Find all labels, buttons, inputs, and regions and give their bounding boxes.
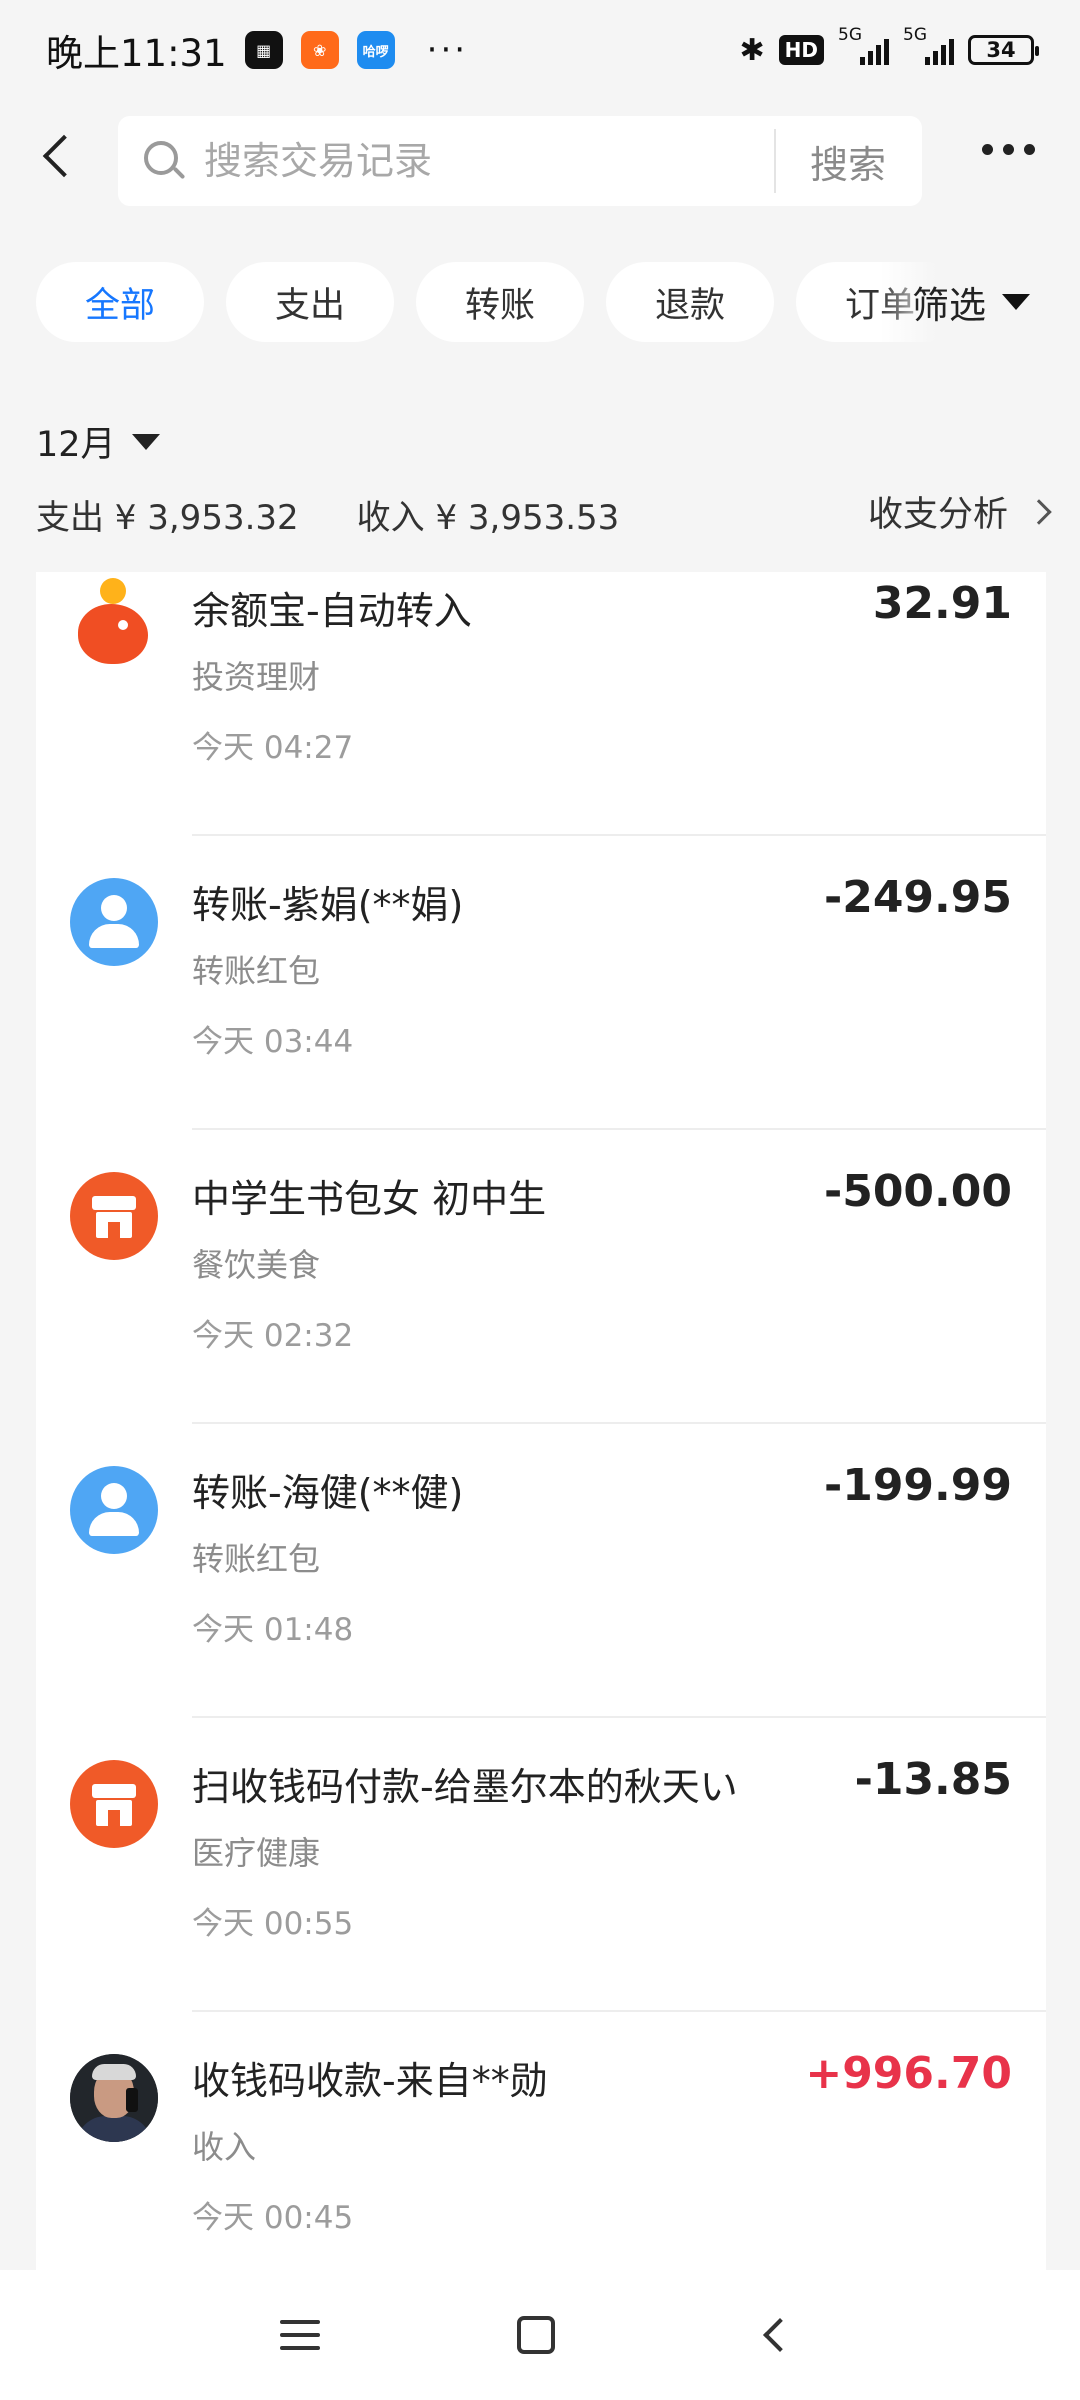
network-type-label: 5G <box>903 25 927 45</box>
expense-total: 支出 ¥ 3,953.32 <box>36 498 299 538</box>
transaction-category: 餐饮美食 <box>192 1246 321 1284</box>
yuebao-icon <box>70 578 158 672</box>
transaction-category: 医疗健康 <box>192 1834 321 1872</box>
transaction-title: 余额宝-自动转入 <box>192 589 472 633</box>
shop-icon <box>70 1760 158 1848</box>
transaction-category: 收入 <box>192 2128 257 2166</box>
transaction-amount: +996.70 <box>805 2048 1012 2099</box>
transaction-time: 今天 04:27 <box>192 730 354 766</box>
transaction-category: 转账红包 <box>192 952 321 990</box>
month-label: 12月 <box>36 425 116 465</box>
shop-icon <box>70 1172 158 1260</box>
transaction-row[interactable]: 转账-海健(**健) 转账红包 今天 01:48 -199.99 <box>36 1424 1046 1718</box>
chip-refund[interactable]: 退款 <box>606 262 774 342</box>
nav-back-icon[interactable] <box>734 2300 814 2370</box>
network-type-label: 5G <box>838 25 862 45</box>
filter-dropdown-icon <box>1002 294 1030 310</box>
battery-icon: 34 <box>968 35 1039 65</box>
totals-row: 支出 ¥ 3,953.32 收入 ¥ 3,953.53 <box>36 490 619 539</box>
home-icon[interactable] <box>496 2300 576 2370</box>
transaction-row[interactable]: 余额宝-自动转入 投资理财 今天 04:27 32.91 <box>36 572 1046 836</box>
more-options-icon[interactable] <box>982 144 1035 155</box>
transaction-title: 转账-紫娟(**娟) <box>192 883 464 927</box>
status-more-icon: ··· <box>426 30 469 70</box>
transaction-time: 今天 00:55 <box>192 1906 354 1942</box>
person-icon <box>70 1466 158 1554</box>
transaction-amount: -249.95 <box>823 872 1012 923</box>
transaction-amount: -13.85 <box>854 1754 1012 1805</box>
user-photo-avatar <box>70 2054 158 2142</box>
transaction-row[interactable]: 收钱码收款-来自**勋 收入 今天 00:45 +996.70 <box>36 2012 1046 2270</box>
analysis-button[interactable]: 收支分析 <box>867 486 1052 537</box>
transaction-title: 扫收钱码付款-给墨尔本的秋天い <box>192 1765 738 1809</box>
menu-icon[interactable] <box>260 2300 340 2370</box>
search-header: 搜索 <box>0 110 1080 210</box>
filter-chips: 全部 支出 转账 退款 订单 筛选 <box>0 262 1080 342</box>
transaction-time: 今天 00:45 <box>192 2200 354 2236</box>
haluo-app-icon: 哈啰 <box>356 31 395 69</box>
game-app-icon: ▦ <box>244 31 283 69</box>
search-button[interactable]: 搜索 <box>776 134 922 189</box>
transaction-amount: 32.91 <box>872 578 1012 629</box>
transaction-time: 今天 02:32 <box>192 1318 354 1354</box>
month-dropdown-icon <box>131 433 160 450</box>
chevron-right-icon <box>1026 498 1052 525</box>
transaction-time: 今天 01:48 <box>192 1612 354 1648</box>
analysis-label: 收支分析 <box>867 495 1008 535</box>
transaction-records-page: 晚上11:31 ▦ ❀ 哈啰 ··· ✱ HD 5G 5G 34 搜索交易记录 … <box>0 0 1080 2400</box>
chip-expense[interactable]: 支出 <box>226 262 394 342</box>
hd-voice-badge: HD <box>778 35 824 65</box>
transaction-title: 转账-海健(**健) <box>192 1471 464 1515</box>
transaction-row[interactable]: 扫收钱码付款-给墨尔本的秋天い 医疗健康 今天 00:55 -13.85 <box>36 1718 1046 2012</box>
transaction-row[interactable]: 中学生书包女 初中生 餐饮美食 今天 02:32 -500.00 <box>36 1130 1046 1424</box>
bluetooth-icon: ✱ <box>739 32 765 68</box>
status-bar: 晚上11:31 ▦ ❀ 哈啰 ··· ✱ HD 5G 5G 34 <box>0 0 1080 100</box>
search-input[interactable] <box>204 139 744 183</box>
battery-level: 34 <box>986 38 1016 62</box>
person-icon <box>70 878 158 966</box>
transaction-list: 余额宝-自动转入 投资理财 今天 04:27 32.91 转账-紫娟(**娟) … <box>36 572 1046 2270</box>
signal-icon: 5G <box>838 25 889 65</box>
social-app-icon: ❀ <box>300 31 339 69</box>
month-summary: 12月 支出 ¥ 3,953.32 收入 ¥ 3,953.53 收支分析 <box>0 390 1080 572</box>
status-time: 晚上11:31 <box>46 32 227 75</box>
search-icon <box>140 137 188 185</box>
chip-all[interactable]: 全部 <box>36 262 204 342</box>
status-right: ✱ HD 5G 5G 34 <box>739 25 1039 68</box>
transaction-row[interactable]: 转账-紫娟(**娟) 转账红包 今天 03:44 -249.95 <box>36 836 1046 1130</box>
transaction-category: 投资理财 <box>192 658 321 696</box>
transaction-amount: -500.00 <box>823 1166 1012 1217</box>
transaction-title: 收钱码收款-来自**勋 <box>192 2059 548 2103</box>
status-left: 晚上11:31 ▦ ❀ 哈啰 ··· <box>46 23 468 77</box>
search-bar[interactable]: 搜索 <box>118 116 922 206</box>
month-selector[interactable]: 12月 <box>36 416 160 467</box>
transaction-category: 转账红包 <box>192 1540 321 1578</box>
back-arrow-icon <box>42 134 86 178</box>
filter-label: 筛选 <box>912 284 986 327</box>
back-button[interactable] <box>28 126 88 186</box>
transaction-amount: -199.99 <box>823 1460 1012 1511</box>
signal-icon: 5G <box>903 25 954 65</box>
transaction-title: 中学生书包女 初中生 <box>192 1177 547 1221</box>
chip-transfer[interactable]: 转账 <box>416 262 584 342</box>
system-nav-bar <box>0 2270 1080 2400</box>
income-total: 收入 ¥ 3,953.53 <box>356 498 620 538</box>
filter-button[interactable]: 筛选 <box>880 262 1080 342</box>
transaction-time: 今天 03:44 <box>192 1024 354 1060</box>
